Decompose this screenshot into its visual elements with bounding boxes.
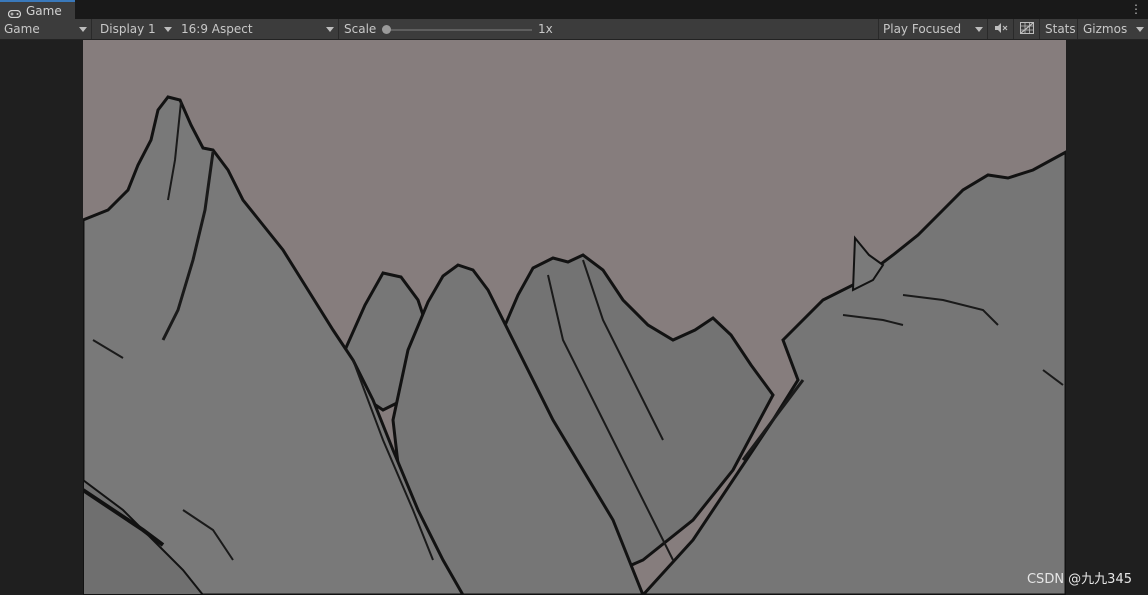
game-toolbar: Game Display 1 16:9 Aspect Scale 1x Play… — [0, 19, 1148, 40]
tab-label: Game — [26, 3, 62, 18]
tab-bar: Game ⋮ — [0, 0, 1148, 19]
scale-value: 1x — [534, 19, 564, 39]
scale-slider-handle[interactable] — [382, 25, 391, 34]
mute-audio-button[interactable] — [989, 19, 1014, 39]
gizmos-label: Gizmos — [1083, 22, 1128, 36]
aspect-label: 16:9 Aspect — [181, 22, 253, 36]
mountain-scene — [83, 95, 1066, 595]
tab-game[interactable]: Game — [0, 0, 75, 19]
scale-slider-track[interactable] — [386, 29, 532, 31]
stats-button[interactable]: Stats — [1041, 19, 1078, 39]
display-dropdown[interactable]: Display 1 — [96, 19, 176, 39]
grid-icon — [1020, 21, 1034, 37]
mute-audio-icon — [994, 22, 1008, 37]
kebab-menu-icon[interactable]: ⋮ — [1130, 2, 1142, 16]
display-label: Display 1 — [100, 22, 156, 36]
gizmos-dropdown[interactable]: Gizmos — [1079, 19, 1148, 39]
gamepad-icon — [7, 7, 22, 18]
view-mode-label: Game — [4, 22, 40, 36]
stats-label: Stats — [1045, 22, 1076, 36]
game-viewport[interactable] — [83, 40, 1066, 595]
scale-label-text: Scale — [344, 22, 377, 36]
play-mode-label: Play Focused — [883, 22, 962, 36]
watermark: CSDN @九九345 — [1026, 572, 1132, 587]
play-mode-dropdown[interactable]: Play Focused — [878, 19, 988, 39]
view-mode-dropdown[interactable]: Game — [0, 19, 92, 39]
scale-value-text: 1x — [538, 22, 553, 36]
aspect-dropdown[interactable]: 16:9 Aspect — [177, 19, 339, 39]
grid-toggle-button[interactable] — [1015, 19, 1040, 39]
